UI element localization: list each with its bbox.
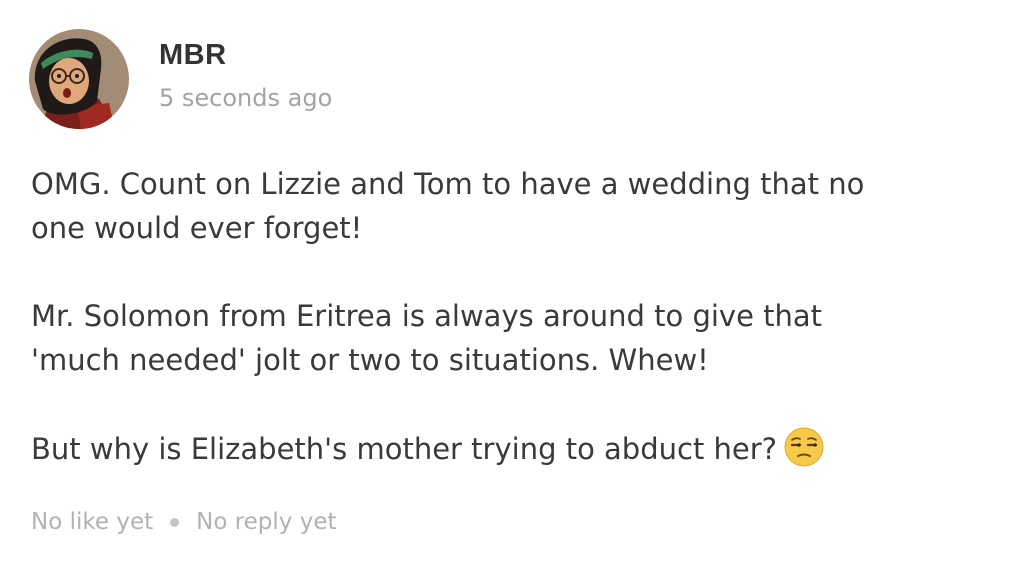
comment-line: 'much needed' jolt or two to situations.… [31,343,709,377]
comment-body: OMG. Count on Lizzie and Tom to have a w… [31,162,991,471]
unamused-face-icon [783,426,825,468]
comment-line: one would ever forget! [31,211,363,245]
comment-line: But why is Elizabeth's mother trying to … [31,432,778,466]
comment-paragraph-1: OMG. Count on Lizzie and Tom to have a w… [31,162,991,250]
comment-card: MBR 5 seconds ago OMG. Count on Lizzie a… [0,0,1024,575]
reply-status-link[interactable]: No reply yet [196,509,336,535]
like-status-link[interactable]: No like yet [31,509,153,535]
comment-footer: No like yet No reply yet [31,509,337,535]
comment-line: OMG. Count on Lizzie and Tom to have a w… [31,167,865,201]
cartoon-avatar-icon [29,29,129,129]
comment-line: Mr. Solomon from Eritrea is always aroun… [31,299,823,333]
author-name[interactable]: MBR [159,39,227,72]
comment-paragraph-2: Mr. Solomon from Eritrea is always aroun… [31,294,991,382]
comment-paragraph-3: But why is Elizabeth's mother trying to … [31,426,991,471]
separator-dot [170,517,180,527]
avatar[interactable] [29,29,129,129]
timestamp: 5 seconds ago [159,84,333,112]
